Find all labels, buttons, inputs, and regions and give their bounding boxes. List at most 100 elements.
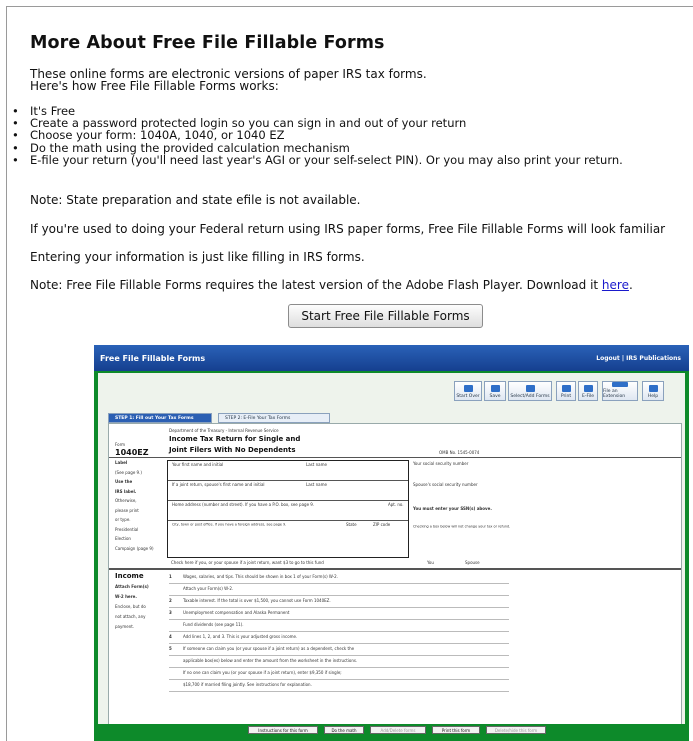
- income-left-label: not attach, any: [115, 614, 146, 619]
- toolbar-label: File an Extension: [603, 389, 626, 399]
- extension-icon: [612, 382, 628, 387]
- save-icon: [490, 385, 500, 392]
- download-flash-link[interactable]: here: [602, 278, 629, 292]
- form-title-1: Income Tax Return for Single and: [169, 435, 301, 443]
- income-left-label: Enclose, but do: [115, 604, 146, 609]
- preview-header: Free File Fillable Forms Logout | IRS Pu…: [94, 345, 689, 371]
- field-label: Checking a box below will not change you…: [413, 524, 511, 529]
- line-number: 5: [169, 646, 172, 651]
- line-text: applicable box(es) below and enter the a…: [183, 658, 358, 663]
- delete-form-button: Delete/hide this form: [486, 726, 546, 734]
- income-line: Attach your Form(s) W-2.: [169, 584, 509, 596]
- toolbar-label: Select/Add Forms: [510, 394, 550, 399]
- toolbar-label: Help: [647, 394, 659, 399]
- income-line: 4 Add lines 1, 2, and 3. This is your adj…: [169, 632, 509, 644]
- form-dept: Department of the Treasury - Internal Re…: [169, 428, 279, 433]
- omb-number: OMB No. 1545-0074: [439, 450, 480, 455]
- income-line: 1 Wages, salaries, and tips. This should …: [169, 572, 509, 584]
- flash-note-suffix: .: [628, 278, 633, 292]
- line-text: Taxable interest. If the total is over $…: [183, 598, 331, 603]
- income-line: applicable box(es) below and enter the a…: [169, 656, 509, 668]
- form-1040ez: Department of the Treasury - Internal Re…: [108, 423, 682, 733]
- toolbar-label: Start Over: [456, 394, 480, 399]
- income-left-label: W-2 here.: [115, 594, 137, 599]
- field-label: Last name: [306, 482, 327, 487]
- label-column: Label (See page 9.) Use the IRS label. O…: [115, 460, 155, 555]
- start-free-file-fillable-forms-button[interactable]: Start Free File Fillable Forms: [288, 304, 483, 328]
- help-icon: [648, 385, 658, 392]
- intro-line-2: Here's how Free File Fillable Forms work…: [30, 79, 279, 93]
- rule: [168, 520, 408, 521]
- income-line: $18,700 if married filing jointly. See i…: [169, 680, 509, 692]
- income-left-label: Attach Form(s): [115, 584, 149, 589]
- field-label: Check here if you, or your spouse if a j…: [171, 560, 324, 565]
- preview-title: Free File Fillable Forms: [100, 354, 206, 363]
- toolbar-save: Save: [484, 381, 506, 401]
- line-number: 1: [169, 574, 172, 579]
- toolbar-select-forms: Select/Add Forms: [508, 381, 552, 401]
- field-label: State: [346, 522, 357, 527]
- page-frame: More About Free File Fillable Forms Thes…: [6, 6, 693, 741]
- left-label: Label: [115, 460, 128, 465]
- field-label: Spouse's social security number: [413, 482, 478, 487]
- rule: [109, 568, 681, 570]
- rule: [109, 457, 681, 458]
- line-text: Unemployment compensation and Alaska Per…: [183, 610, 290, 615]
- print-form-button: Print this form: [432, 726, 480, 734]
- line-number: 2: [169, 598, 172, 603]
- forms-preview-image: Free File Fillable Forms Logout | IRS Pu…: [94, 345, 689, 741]
- income-line: 2 Taxable interest. If the total is over …: [169, 596, 509, 608]
- line-text: Attach your Form(s) W-2.: [183, 586, 234, 591]
- add-delete-forms-button: Add/Delete forms: [370, 726, 426, 734]
- do-the-math-button: Do the math: [324, 726, 364, 734]
- line-text: Add lines 1, 2, and 3. This is your adju…: [183, 634, 298, 639]
- familiar-text: If you're used to doing your Federal ret…: [30, 222, 666, 236]
- income-line: 3 Unemployment compensation and Alaska Pe…: [169, 608, 509, 620]
- left-label: Use the: [115, 479, 133, 484]
- flash-note-text: Note: Free File Fillable Forms requires …: [30, 278, 602, 292]
- state-note: Note: State preparation and state efile …: [30, 193, 361, 207]
- income-line: Fund dividends (see page 11).: [169, 620, 509, 632]
- rule: [168, 480, 408, 481]
- income-left-column: Attach Form(s) W-2 here. Enclose, but do…: [115, 584, 163, 634]
- field-label: Last name: [306, 462, 327, 467]
- field-label: Apt. no.: [388, 502, 404, 507]
- flash-note: Note: Free File Fillable Forms requires …: [30, 279, 633, 292]
- field-label: ZIP code: [373, 522, 391, 527]
- line-text: If someone can claim you (or your spouse…: [183, 646, 355, 651]
- tab-step2: STEP 2: E-File Your Tax Forms: [218, 413, 330, 423]
- income-line: 5 If someone can claim you (or your spous…: [169, 644, 509, 656]
- left-label: Election: [115, 536, 131, 541]
- field-label: If a joint return, spouse's first name a…: [172, 482, 265, 487]
- left-label: please print: [115, 507, 139, 513]
- form-label: Form: [115, 442, 126, 447]
- list-item: E-file your return (you'll need last yea…: [12, 154, 623, 167]
- toolbar-start-over: Start Over: [454, 381, 482, 401]
- toolbar-label: E-File: [582, 394, 594, 399]
- income-lines: 1 Wages, salaries, and tips. This should …: [169, 572, 509, 692]
- line-text: Wages, salaries, and tips. This should b…: [183, 574, 338, 579]
- income-left-label: payment.: [115, 624, 135, 629]
- preview-top-links: Logout | IRS Publications: [596, 355, 681, 362]
- line-number: 4: [169, 634, 172, 639]
- line-text: If no one can claim you (or your spouse …: [183, 670, 342, 675]
- income-header: Income: [115, 572, 144, 580]
- line-text: $18,700 if married filing jointly. See i…: [183, 682, 312, 687]
- left-label: IRS label.: [115, 488, 137, 494]
- checkbox-you: You: [427, 560, 434, 565]
- instructions-button: Instructions for this form: [248, 726, 318, 734]
- field-label: Your first name and initial: [172, 462, 224, 467]
- list-item: Do the math using the provided calculati…: [12, 141, 623, 154]
- tab-step1: STEP 1: Fill out Your Tax Forms: [108, 413, 212, 423]
- toolbar-extension: File an Extension: [602, 381, 638, 401]
- entering-text: Entering your information is just like f…: [30, 250, 365, 264]
- checkbox-spouse: Spouse: [465, 560, 480, 565]
- page-title: More About Free File Fillable Forms: [30, 33, 385, 53]
- left-label: Otherwise,: [115, 498, 137, 503]
- line-number: 3: [169, 610, 172, 615]
- left-label: (See page 9.): [115, 469, 142, 475]
- left-label: or type.: [115, 517, 131, 522]
- preview-body: Start Over Save Select/Add Forms Print E…: [98, 373, 685, 736]
- field-label: City, town or post office. If you have a…: [172, 522, 287, 527]
- print-icon: [561, 385, 571, 392]
